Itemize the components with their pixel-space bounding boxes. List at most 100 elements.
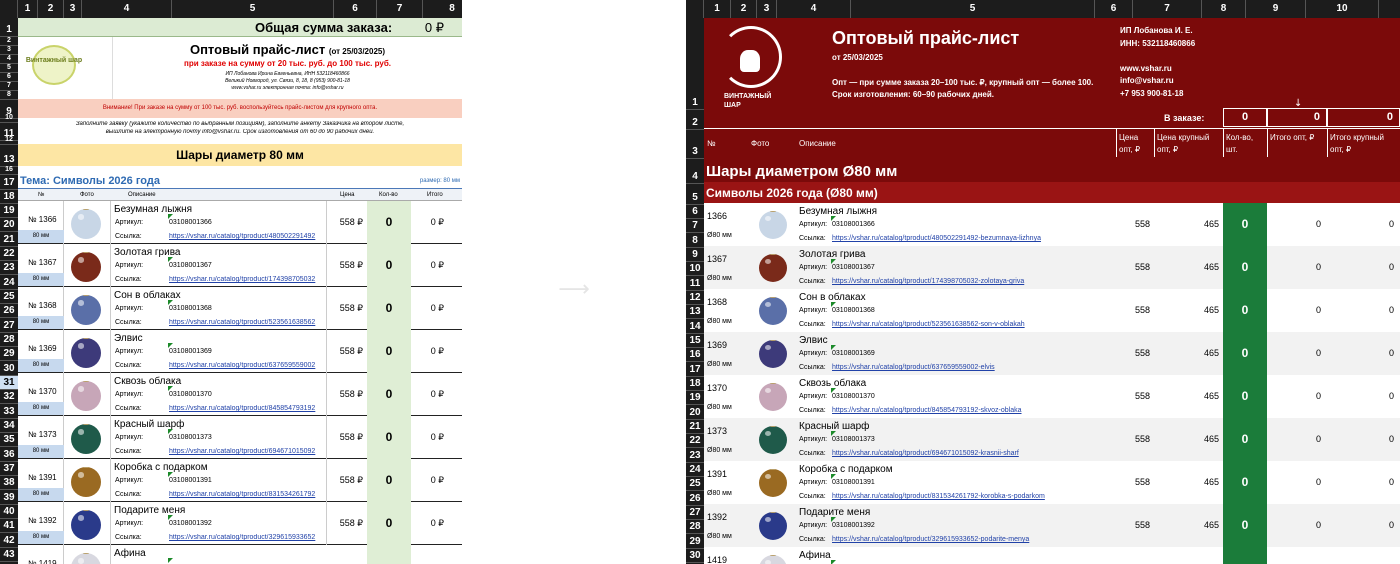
row-header[interactable]: 33	[0, 404, 18, 419]
row-header[interactable]: 30	[686, 549, 704, 563]
row-header[interactable]: 35	[0, 433, 18, 447]
column-header[interactable]: 2	[38, 0, 64, 18]
row-header[interactable]: 22	[0, 247, 18, 261]
column-header[interactable]: 6	[334, 0, 377, 18]
row-header[interactable]: 7	[686, 219, 704, 233]
row-header[interactable]: 9	[686, 248, 704, 262]
row-header[interactable]: 38	[0, 476, 18, 490]
row-header[interactable]: 37	[0, 462, 18, 476]
row-header[interactable]: 20	[0, 218, 18, 232]
row-header[interactable]: 32	[0, 390, 18, 404]
row-header[interactable]: 24	[0, 275, 18, 290]
qty-input[interactable]: 0	[367, 416, 411, 459]
column-header[interactable]: 10	[1306, 0, 1379, 18]
column-header[interactable]: 9	[1246, 0, 1306, 18]
row-header[interactable]: 4	[686, 159, 704, 184]
row-header[interactable]: 4	[0, 55, 18, 64]
row-header[interactable]: 18	[0, 190, 18, 204]
row-header[interactable]: 10	[686, 262, 704, 276]
qty-input[interactable]	[1223, 547, 1267, 564]
row-header[interactable]: 5	[686, 184, 704, 205]
row-header[interactable]: 39	[0, 490, 18, 505]
row-header[interactable]: 41	[0, 519, 18, 533]
product-link[interactable]: https://vshar.ru/catalog/tproduct/329615…	[169, 534, 325, 541]
product-link[interactable]: https://vshar.ru/catalog/tproduct/480502…	[169, 233, 325, 240]
qty-input[interactable]: 0	[367, 201, 411, 244]
column-header[interactable]: 7	[377, 0, 423, 18]
qty-input[interactable]: 0	[1223, 461, 1267, 504]
row-header[interactable]: 8	[0, 91, 18, 100]
row-header[interactable]: 16	[686, 348, 704, 362]
row-header[interactable]: 29	[0, 347, 18, 361]
product-link[interactable]: https://vshar.ru/catalog/tproduct/694671…	[169, 448, 325, 455]
column-header[interactable]: 8	[423, 0, 462, 18]
qty-input[interactable]: 0	[1223, 332, 1267, 375]
row-header[interactable]: 19	[0, 204, 18, 218]
row-header[interactable]: 25	[686, 477, 704, 491]
qty-input[interactable]	[367, 545, 411, 564]
column-header[interactable]: 5	[172, 0, 334, 18]
qty-input[interactable]: 0	[367, 330, 411, 373]
qty-input[interactable]: 0	[1223, 504, 1267, 547]
row-header[interactable]: 19	[686, 391, 704, 405]
product-link[interactable]: https://vshar.ru/catalog/tproduct/174398…	[832, 278, 1024, 285]
row-header[interactable]: 29	[686, 534, 704, 549]
row-header[interactable]: 25	[0, 290, 18, 304]
column-header[interactable]: 3	[757, 0, 777, 18]
row-header[interactable]: 14	[686, 319, 704, 334]
row-header[interactable]: 21	[686, 420, 704, 434]
row-header[interactable]: 40	[0, 505, 18, 519]
row-header[interactable]: 31	[0, 376, 18, 390]
row-header[interactable]: 43	[0, 548, 18, 562]
product-link[interactable]: https://vshar.ru/catalog/tproduct/637659…	[169, 362, 325, 369]
row-header[interactable]: 28	[0, 333, 18, 347]
row-header[interactable]: 23	[0, 261, 18, 275]
product-link[interactable]: https://vshar.ru/catalog/tproduct/523561…	[169, 319, 325, 326]
row-header[interactable]: 13	[686, 305, 704, 319]
row-header[interactable]: 2	[0, 37, 18, 46]
qty-input[interactable]: 0	[1223, 203, 1267, 246]
column-header[interactable]: 1	[18, 0, 38, 18]
qty-input[interactable]: 0	[367, 502, 411, 545]
row-header[interactable]: 13	[0, 145, 18, 167]
qty-input[interactable]: 0	[1223, 375, 1267, 418]
product-link[interactable]: https://vshar.ru/catalog/tproduct/523561…	[832, 321, 1025, 328]
row-header[interactable]: 36	[0, 447, 18, 462]
row-header[interactable]: 6	[686, 205, 704, 219]
column-header[interactable]: 2	[731, 0, 757, 18]
qty-input[interactable]: 0	[1223, 246, 1267, 289]
row-header[interactable]: 18	[686, 377, 704, 391]
row-header[interactable]: 16	[0, 166, 18, 175]
row-header[interactable]: 5	[0, 64, 18, 73]
row-header[interactable]: 12	[686, 291, 704, 305]
product-link[interactable]: https://vshar.ru/catalog/tproduct/174398…	[169, 276, 325, 283]
row-header[interactable]: 27	[0, 318, 18, 333]
row-header[interactable]: 11	[686, 276, 704, 291]
column-header[interactable]: 7	[1133, 0, 1202, 18]
product-link[interactable]: https://vshar.ru/catalog/tproduct/694671…	[832, 450, 1019, 457]
row-header[interactable]: 17	[686, 362, 704, 377]
product-link[interactable]: https://vshar.ru/catalog/tproduct/480502…	[832, 235, 1041, 242]
qty-input[interactable]: 0	[367, 287, 411, 330]
product-link[interactable]: https://vshar.ru/catalog/tproduct/831534…	[169, 491, 325, 498]
row-header[interactable]: 28	[686, 520, 704, 534]
row-header[interactable]: 1	[686, 18, 704, 110]
row-header[interactable]: 2	[686, 110, 704, 130]
column-header[interactable]: 3	[64, 0, 82, 18]
row-header[interactable]: 26	[686, 491, 704, 506]
row-header[interactable]: 27	[686, 506, 704, 520]
row-header[interactable]: 20	[686, 405, 704, 420]
row-header[interactable]: 34	[0, 419, 18, 433]
row-header[interactable]: 6	[0, 73, 18, 82]
row-header[interactable]: 17	[0, 175, 18, 190]
row-header[interactable]: 22	[686, 434, 704, 448]
column-header[interactable]: 8	[1202, 0, 1246, 18]
qty-input[interactable]: 0	[1223, 289, 1267, 332]
row-header[interactable]: 3	[686, 130, 704, 159]
column-header[interactable]: 4	[82, 0, 172, 18]
site-link[interactable]: www.vshar.ru	[1120, 64, 1172, 73]
column-header[interactable]: 1	[704, 0, 731, 18]
column-header[interactable]: 6	[1095, 0, 1133, 18]
row-header[interactable]: 7	[0, 82, 18, 91]
row-header[interactable]: 24	[686, 463, 704, 477]
